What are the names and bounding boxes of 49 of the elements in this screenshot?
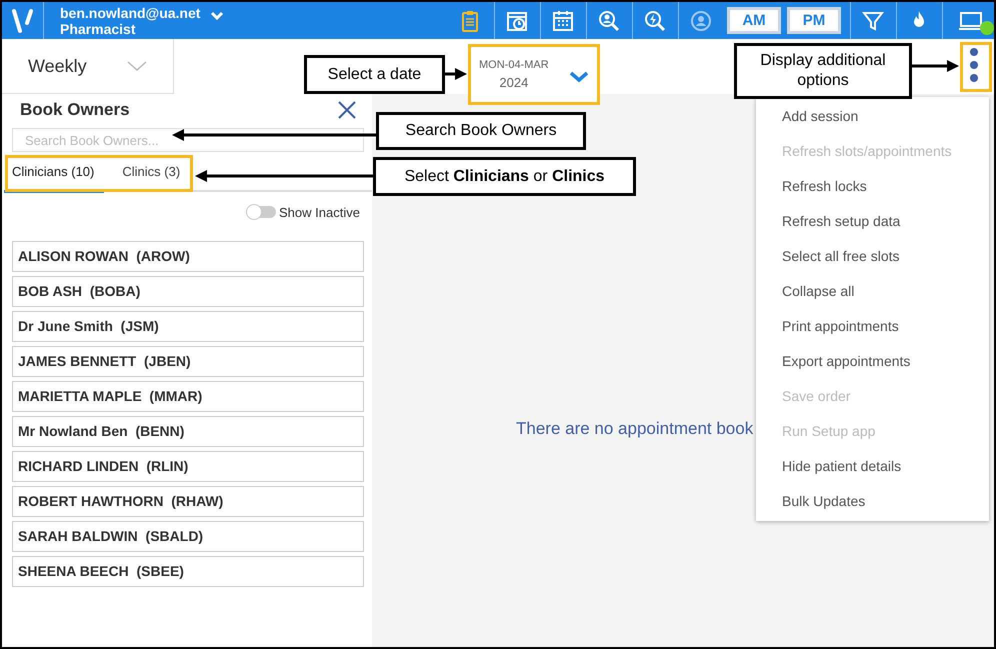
menu-item: Run Setup app: [781, 422, 876, 441]
date-year: 2024: [499, 74, 528, 92]
callout-box: Select a date: [304, 55, 445, 94]
menu-item[interactable]: Bulk Updates: [756, 484, 989, 519]
chevron-down-icon[interactable]: [210, 10, 224, 20]
chevron-down-icon: [127, 61, 147, 71]
date-picker[interactable]: MON-04-MAR 2024: [468, 44, 600, 105]
empty-message: There are no appointment book: [516, 418, 754, 440]
user-role: Pharmacist: [60, 20, 136, 36]
menu-item[interactable]: Refresh setup data: [756, 204, 989, 239]
tab[interactable]: Clinics (3): [122, 158, 186, 186]
owner-item[interactable]: Dr June Smith (JSM): [12, 311, 364, 342]
menu-item[interactable]: Refresh locks: [756, 169, 989, 204]
toggle-label: Show Inactive: [279, 204, 360, 222]
menu-item[interactable]: Hide patient details: [756, 449, 989, 484]
callout-box: Display additional options: [734, 43, 912, 99]
chevron-down-icon: [569, 70, 589, 82]
date-day: MON-04-MAR: [479, 56, 549, 73]
arrow: [912, 60, 959, 72]
toggle-switch[interactable]: [246, 206, 276, 218]
menu-item: Refresh slots/appointments: [781, 142, 953, 161]
owner-item[interactable]: SHEENA BEECH (SBEE): [12, 556, 364, 587]
owner-item[interactable]: Mr Nowland Ben (BENN): [12, 416, 364, 447]
owner-item[interactable]: JAMES BENNETT (JBEN): [12, 346, 364, 377]
panel-title: Book Owners: [20, 99, 130, 121]
menu-item[interactable]: Add session: [756, 99, 989, 134]
owner-item[interactable]: SARAH BALDWIN (SBALD): [12, 521, 364, 552]
owner-item[interactable]: ROBERT HAWTHORN (RHAW): [12, 486, 364, 517]
menu-item[interactable]: Collapse all: [756, 274, 989, 309]
pm-button[interactable]: PM: [787, 7, 841, 34]
arrow: [445, 68, 467, 80]
search-field[interactable]: Search Book Owners...: [12, 128, 364, 152]
menu-item[interactable]: Select all free slots: [756, 239, 989, 274]
am-button[interactable]: AM: [727, 7, 781, 34]
menu-item: Save order: [781, 387, 852, 406]
close-icon[interactable]: [338, 101, 356, 119]
more-options-icon[interactable]: [970, 48, 978, 82]
menu-item[interactable]: Export appointments: [756, 344, 989, 379]
app-logo-icon: [10, 8, 34, 34]
owner-item[interactable]: RICHARD LINDEN (RLIN): [12, 451, 364, 482]
owner-item[interactable]: MARIETTA MAPLE (MMAR): [12, 381, 364, 412]
user-email: ben.nowland@ua.net: [60, 4, 200, 20]
view-dropdown[interactable]: Weekly: [2, 39, 174, 94]
menu-item[interactable]: Print appointments: [756, 309, 989, 344]
tab[interactable]: Clinicians (10): [6, 158, 122, 186]
owner-item[interactable]: BOB ASH (BOBA): [12, 276, 364, 307]
callout-box: Select Clinicians or Clinics: [373, 157, 636, 196]
owner-item[interactable]: ALISON ROWAN (AROW): [12, 241, 364, 272]
callout-box: Search Book Owners: [376, 112, 586, 150]
